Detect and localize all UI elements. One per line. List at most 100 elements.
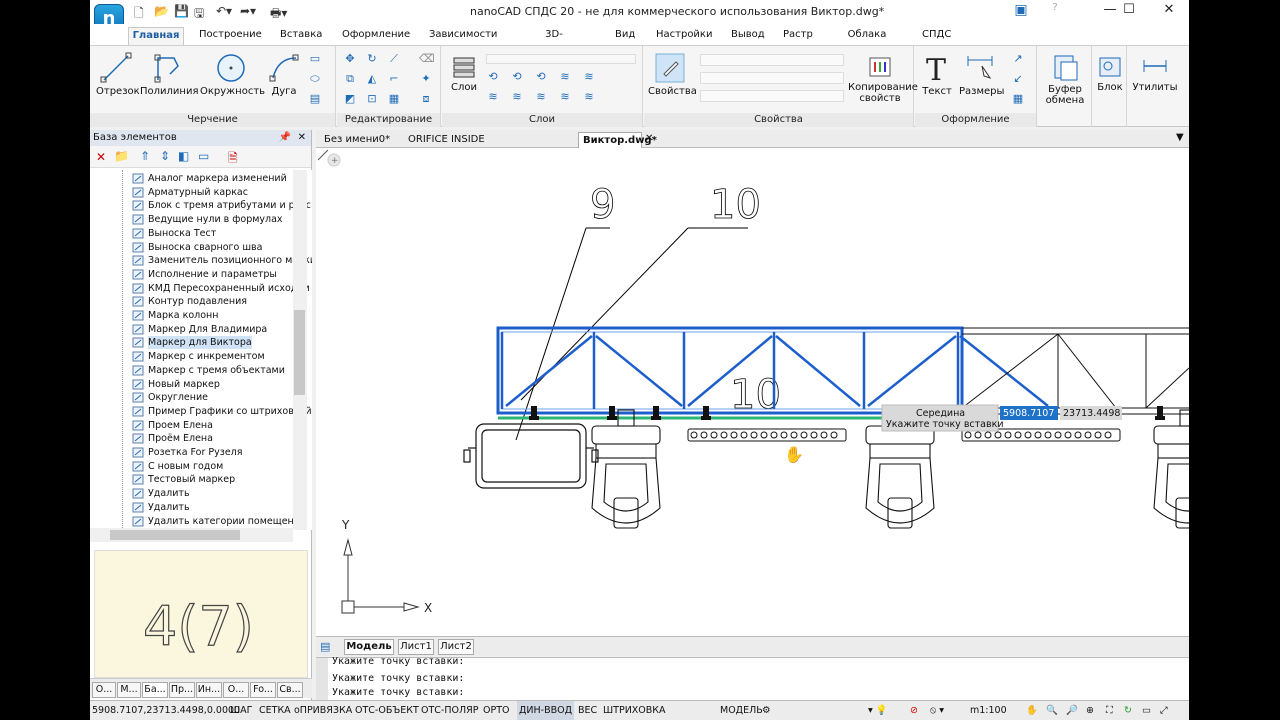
library-tab[interactable]: О... bbox=[92, 682, 116, 698]
tree-item[interactable]: Маркер Для Владимира bbox=[148, 323, 267, 336]
status-space[interactable]: МОДЕЛЬ bbox=[720, 701, 763, 720]
tree-item[interactable]: Пример Графики со штриховкой bbox=[148, 405, 312, 418]
preview-toggle-icon[interactable]: ▭ bbox=[198, 149, 209, 163]
doc-list-icon[interactable]: ▼ bbox=[1176, 132, 1184, 143]
zoom-window-icon[interactable]: 🔎 bbox=[1066, 701, 1078, 720]
command-line[interactable]: Укажите точку вставки: Укажите точку вст… bbox=[316, 656, 1189, 701]
tree-item[interactable]: Маркер с инкрементом bbox=[148, 350, 265, 363]
match-properties-tool[interactable]: Копирование свойств bbox=[848, 52, 918, 104]
viewport-icon[interactable]: ⚙ bbox=[762, 701, 771, 720]
layer-tool-3-icon[interactable]: ⟲ bbox=[534, 70, 548, 84]
zoom-extents-icon[interactable]: ⊕ bbox=[1086, 701, 1094, 720]
polyline-tool[interactable]: Полилиния bbox=[140, 52, 198, 97]
library-tab[interactable]: О... bbox=[223, 682, 249, 698]
zoom-all-icon[interactable]: ⛶ bbox=[1106, 701, 1113, 720]
offset-icon[interactable]: ⧈ bbox=[419, 92, 433, 106]
new-file-icon[interactable]: 🗋 bbox=[134, 4, 144, 25]
tree-hscroll-thumb[interactable] bbox=[110, 530, 240, 540]
library-tab[interactable]: Св... bbox=[277, 682, 303, 698]
tree-item[interactable]: Маркер для Виктора bbox=[148, 336, 252, 350]
open-file-icon[interactable]: 📂 bbox=[154, 4, 169, 18]
doc-tab-orifice[interactable]: ORIFICE INSIDE SQUARE_MCS.DWG* bbox=[404, 132, 574, 160]
redo-icon[interactable]: ➦▾ bbox=[240, 4, 256, 18]
delete-icon[interactable]: ✕ bbox=[96, 150, 106, 164]
tree-item[interactable]: Марка колонн bbox=[148, 309, 219, 322]
tree-item[interactable]: Контур подавления bbox=[148, 295, 247, 308]
tab-point-clouds[interactable]: Облака точек bbox=[832, 27, 902, 56]
zoom-icon[interactable]: 🔍 bbox=[1046, 701, 1058, 720]
drawing-svg[interactable]: 9 10 10 ✋ Середина Укажите точку вставки… bbox=[316, 148, 1189, 636]
array-icon[interactable]: ▦ bbox=[387, 92, 401, 106]
layer-tool-4-icon[interactable]: ≋ bbox=[558, 70, 572, 84]
tree-item[interactable]: Новый маркер bbox=[148, 378, 220, 391]
tree-item[interactable]: Арматурный каркас bbox=[148, 186, 248, 199]
toggle-ortho[interactable]: ОРТО bbox=[483, 701, 510, 720]
tree-item[interactable]: Удалить bbox=[148, 487, 190, 500]
coord-y-value[interactable]: 23713.4498 bbox=[1063, 408, 1120, 419]
ellipse-icon[interactable]: ⬭ bbox=[308, 72, 322, 86]
layer-dropdown[interactable] bbox=[486, 54, 636, 64]
tab-insert[interactable]: Вставка bbox=[277, 27, 322, 45]
toggle-lineweight[interactable]: ВЕС bbox=[578, 701, 597, 720]
tab-raster[interactable]: Растр bbox=[780, 27, 813, 45]
maximize-button[interactable]: ☐ bbox=[1112, 2, 1146, 22]
doc-tab-viktor[interactable]: Виктор.dwg* bbox=[578, 132, 657, 148]
toggle-hatch[interactable]: ШТРИХОВКА bbox=[603, 701, 666, 720]
text-tool[interactable]: T Текст bbox=[919, 52, 955, 97]
tab-output[interactable]: Вывод bbox=[728, 27, 765, 45]
lineweight-dropdown[interactable] bbox=[700, 90, 844, 102]
tree-item[interactable]: Аналог маркера изменений bbox=[148, 172, 287, 185]
toggle-dyn[interactable]: ДИН-ВВОД bbox=[517, 701, 575, 720]
trim-icon[interactable]: ⟋ bbox=[387, 52, 401, 66]
annotation-icon[interactable]: ⦸ ▾ bbox=[930, 701, 944, 720]
dimensions-tool[interactable]: Размеры bbox=[959, 52, 1004, 97]
library-tab[interactable]: Ин... bbox=[196, 682, 222, 698]
clipboard-tool[interactable]: Буфер обмена bbox=[1042, 52, 1088, 106]
copy-icon[interactable]: ⧉ bbox=[343, 72, 357, 86]
document-icon[interactable]: 🗎 bbox=[228, 149, 238, 170]
multileader-icon[interactable]: ↙ bbox=[1011, 72, 1025, 86]
toggle-grid[interactable]: СЕТКА bbox=[259, 701, 291, 720]
tree-item[interactable]: Проем Елена bbox=[148, 419, 213, 432]
toggle-osnap[interactable]: оПРИВЯЗКА bbox=[294, 701, 352, 720]
annotation-visibility-icon[interactable]: ▾ 💡 bbox=[868, 701, 888, 720]
layer-tool-7-icon[interactable]: ≋ bbox=[510, 90, 524, 104]
tree-item[interactable]: Проём Елена bbox=[148, 432, 213, 445]
tree-item[interactable]: Округление bbox=[148, 391, 208, 404]
tree-item[interactable]: Маркер с тремя объектами bbox=[148, 364, 285, 377]
library-tab[interactable]: Fo... bbox=[250, 682, 276, 698]
tree-scrollbar[interactable] bbox=[293, 170, 307, 530]
pin-icon[interactable]: 📌 bbox=[279, 130, 291, 146]
tree-item[interactable]: Удалить bbox=[148, 501, 190, 514]
rotate-icon[interactable]: ↻ bbox=[365, 52, 379, 66]
close-button[interactable]: ✕ bbox=[1152, 2, 1186, 22]
circle-tool[interactable]: Окружность bbox=[200, 52, 265, 97]
tree-item[interactable]: Удалить категории помещений bbox=[148, 515, 306, 528]
print-icon[interactable]: 🖶▾ bbox=[270, 4, 287, 25]
color-dropdown[interactable] bbox=[700, 54, 844, 66]
strobe-fixture[interactable] bbox=[463, 423, 599, 489]
table-icon[interactable]: ▦ bbox=[1011, 92, 1025, 106]
layer-tool-2-icon[interactable]: ⟲ bbox=[510, 70, 524, 84]
command-line-grip[interactable] bbox=[316, 658, 328, 701]
leader-icon[interactable]: ↗ bbox=[1011, 52, 1025, 66]
tree-item[interactable]: Розетка For Рузеля bbox=[148, 446, 242, 459]
tree-item[interactable]: Исполнение и параметры bbox=[148, 268, 277, 281]
tab-spds[interactable]: СПДС bbox=[919, 27, 953, 45]
mirror-icon[interactable]: ◭ bbox=[365, 72, 379, 86]
sort-icon[interactable]: ⇕ bbox=[160, 149, 170, 163]
line-tool[interactable]: Отрезок bbox=[96, 52, 140, 97]
view-icon[interactable]: ◧ bbox=[178, 149, 189, 163]
folder-icon[interactable]: 📁 bbox=[114, 149, 129, 163]
up-icon[interactable]: ⇑ bbox=[140, 149, 150, 163]
tree-item[interactable]: Выноска сварного шва bbox=[148, 241, 262, 254]
linetype-dropdown[interactable] bbox=[700, 72, 844, 84]
doc-close-icon[interactable]: ✕ bbox=[645, 133, 653, 144]
tab-settings[interactable]: Настройки bbox=[653, 27, 712, 45]
library-tab[interactable]: Пр... bbox=[169, 682, 195, 698]
tree-hscrollbar[interactable] bbox=[90, 528, 293, 542]
tree-scroll-thumb[interactable] bbox=[294, 310, 305, 395]
toggle-polar[interactable]: ОТС-ПОЛЯР bbox=[421, 701, 478, 720]
layer-tool-1-icon[interactable]: ⟲ bbox=[486, 70, 500, 84]
undo-icon[interactable]: ↶▾ bbox=[216, 4, 232, 18]
